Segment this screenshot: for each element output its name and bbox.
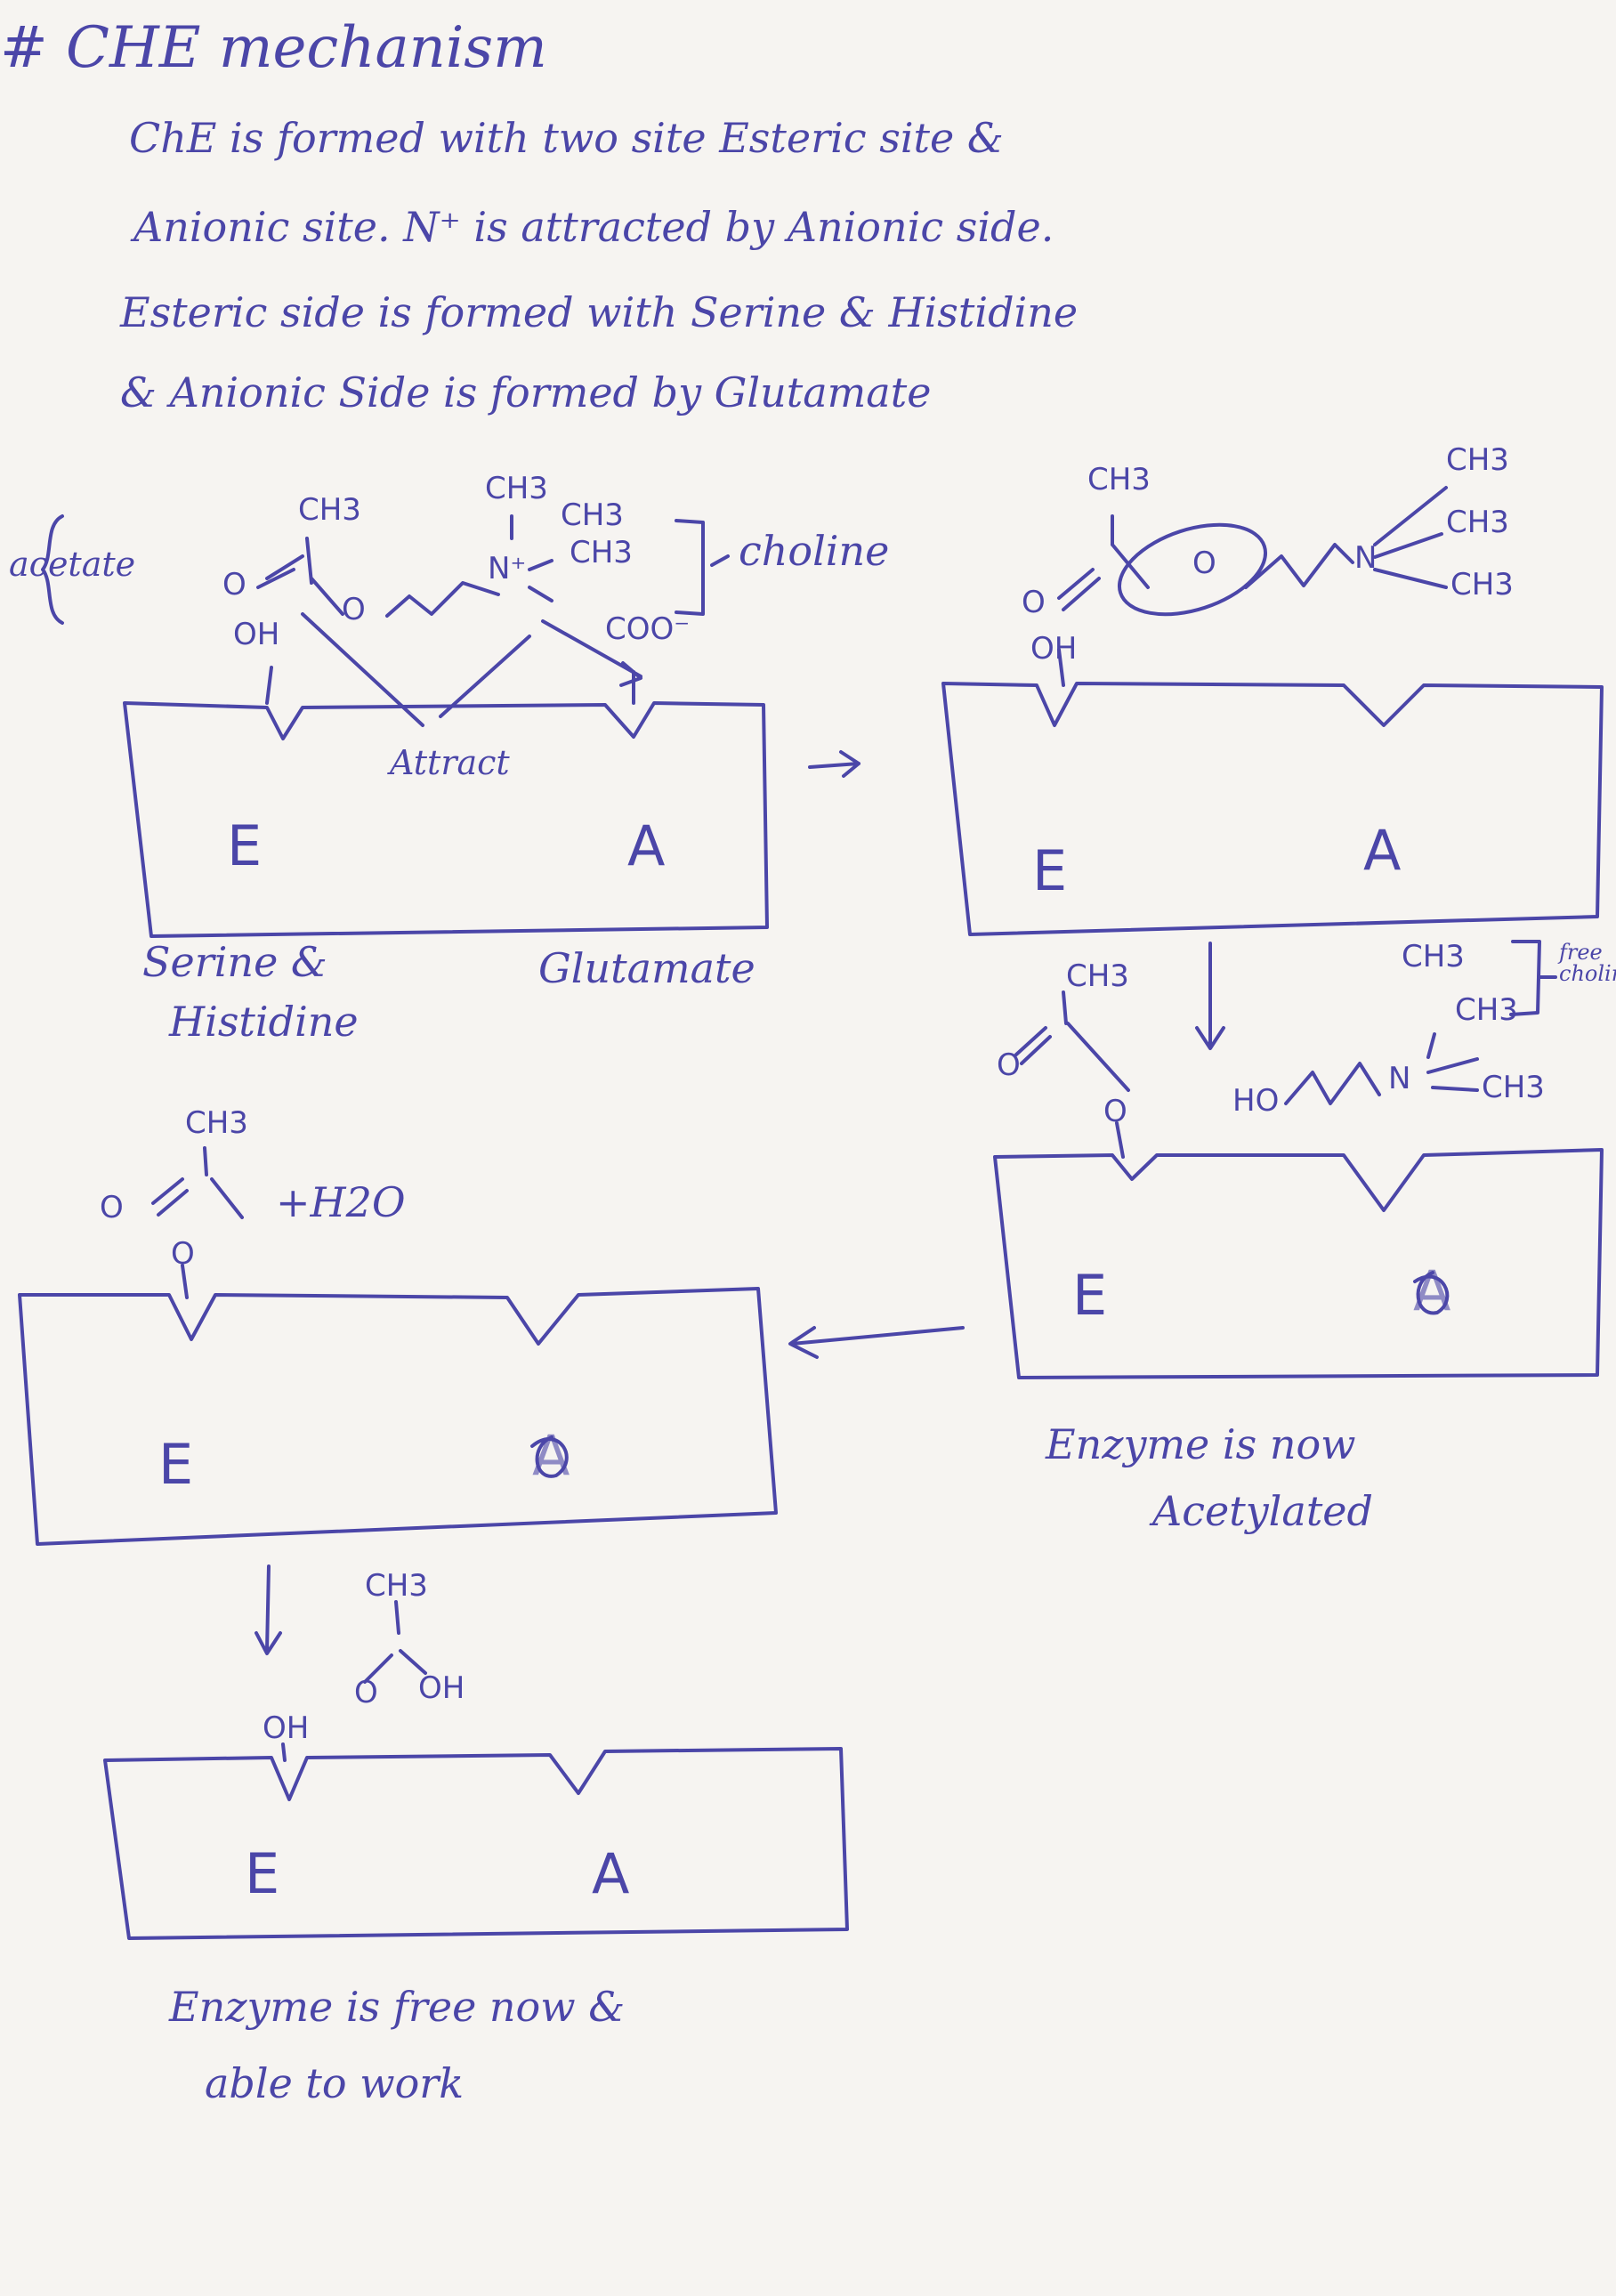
page-title: # CHE mechanism bbox=[0, 15, 547, 81]
step5-enzyme-block bbox=[103, 1747, 849, 1940]
step2-ring-o: O bbox=[1192, 546, 1216, 581]
step4-anionic-site: A bbox=[532, 1423, 570, 1488]
step5-acid-oh: OH bbox=[418, 1670, 465, 1706]
notebook-page: # CHE mechanism ChE is formed with two s… bbox=[0, 0, 1616, 2296]
step1-acetyl-ch3: CH3 bbox=[298, 492, 361, 528]
step1-n-plus: N⁺ bbox=[488, 551, 527, 586]
step2-esteric-site: E bbox=[1032, 838, 1068, 903]
step5-acid-ch3: CH3 bbox=[365, 1568, 428, 1604]
choline-label: choline bbox=[739, 527, 890, 575]
mechanism-drawing bbox=[18, 486, 1604, 1940]
step2-anionic-site: A bbox=[1363, 818, 1402, 883]
intro-line-3: Esteric side is formed with Serine & His… bbox=[120, 288, 1079, 336]
step3-esteric-site: E bbox=[1072, 1263, 1108, 1328]
step3-to-step4-arrow bbox=[788, 1326, 965, 1359]
step2-carbonyl-o: O bbox=[1022, 585, 1046, 620]
step4-down-arrow bbox=[255, 1564, 282, 1655]
step3-n-ch3-2: CH3 bbox=[1455, 992, 1518, 1028]
step3-carbonyl-o: O bbox=[997, 1047, 1021, 1083]
glutamate-label: Glutamate bbox=[538, 944, 755, 992]
step1-n-ch3-top: CH3 bbox=[485, 471, 548, 506]
intro-line-4: & Anionic Side is formed by Glutamate bbox=[120, 368, 932, 416]
step2-n-ch3-2: CH3 bbox=[1446, 505, 1509, 540]
step3-link-o: O bbox=[1103, 1094, 1127, 1129]
step1-choline-bracket bbox=[675, 519, 705, 616]
step3-n-ch3-1: CH3 bbox=[1402, 939, 1465, 974]
step3-anionic-site: A bbox=[1413, 1258, 1451, 1323]
step1-choline-brace bbox=[710, 554, 730, 567]
step5-acid-bonds bbox=[363, 1600, 427, 1684]
step3-n-ch3-3: CH3 bbox=[1482, 1070, 1545, 1105]
step4-link-o: O bbox=[171, 1236, 195, 1272]
serine-label: Serine & bbox=[142, 938, 327, 986]
free-note-line-1: Enzyme is free now & bbox=[169, 1983, 626, 2031]
step5-anionic-site: A bbox=[592, 1841, 630, 1906]
step2-acyl-ch3: CH3 bbox=[1087, 462, 1151, 497]
free-choline-label: free choline bbox=[1559, 940, 1616, 986]
attract-label: Attract bbox=[390, 743, 510, 782]
step1-carbonyl-o: O bbox=[222, 567, 246, 602]
step1-esteric-site: E bbox=[227, 813, 263, 878]
acetate-label: acetate bbox=[9, 545, 136, 584]
step2-serine-oh: OH bbox=[1030, 631, 1078, 667]
step1-ser-oh-bond bbox=[265, 666, 273, 705]
step5-acid-carbonyl-o: O bbox=[354, 1675, 378, 1710]
step5-enzyme-oh: OH bbox=[263, 1710, 310, 1746]
step2-acyl-bonds bbox=[1057, 514, 1150, 611]
step5-oh-bond bbox=[281, 1742, 287, 1762]
acetylated-note-line-2: Acetylated bbox=[1152, 1487, 1373, 1535]
step1-serine-oh: OH bbox=[233, 617, 280, 652]
step2-choline-chain bbox=[1057, 486, 1448, 687]
acetylated-note-line-1: Enzyme is now bbox=[1046, 1420, 1356, 1468]
step2-down-arrow bbox=[1195, 942, 1225, 1050]
step4-water: +H2O bbox=[276, 1178, 406, 1226]
step4-esteric-site: E bbox=[158, 1432, 194, 1497]
step3-acyl-bonds bbox=[1014, 990, 1130, 1159]
step1-acetate-bonds bbox=[256, 537, 344, 616]
step1-enzyme-block bbox=[123, 701, 769, 938]
step1-choline-chain bbox=[385, 514, 553, 618]
step4-carbonyl-o: O bbox=[100, 1190, 124, 1225]
step1-n-ch3-low: CH3 bbox=[570, 535, 633, 570]
step2-n-ch3-3: CH3 bbox=[1450, 567, 1514, 602]
step3-choline-chain bbox=[1284, 1032, 1479, 1105]
histidine-label: Histidine bbox=[169, 998, 359, 1046]
step1-n-ch3-right: CH3 bbox=[561, 497, 624, 533]
step1-glutamate-coo: COO⁻ bbox=[605, 611, 691, 647]
step3-ho: HO bbox=[1232, 1083, 1280, 1119]
step3-acyl-ch3: CH3 bbox=[1066, 958, 1129, 994]
step2-n: N bbox=[1354, 540, 1378, 576]
step3-n: N bbox=[1388, 1061, 1411, 1096]
step4-acyl-bonds bbox=[151, 1146, 244, 1299]
step5-esteric-site: E bbox=[245, 1841, 280, 1906]
intro-line-1: ChE is formed with two site Esteric site… bbox=[129, 114, 1004, 162]
step1-to-step2-arrow bbox=[808, 750, 861, 778]
free-note-line-2: able to work bbox=[205, 2059, 465, 2107]
step4-enzyme-block bbox=[18, 1287, 778, 1546]
step2-n-ch3-1: CH3 bbox=[1446, 442, 1509, 478]
step1-ester-o: O bbox=[342, 592, 366, 627]
intro-line-2: Anionic site. N⁺ is attracted by Anionic… bbox=[133, 203, 1054, 251]
step1-anionic-site: A bbox=[627, 813, 666, 878]
step4-acyl-ch3: CH3 bbox=[185, 1105, 248, 1141]
